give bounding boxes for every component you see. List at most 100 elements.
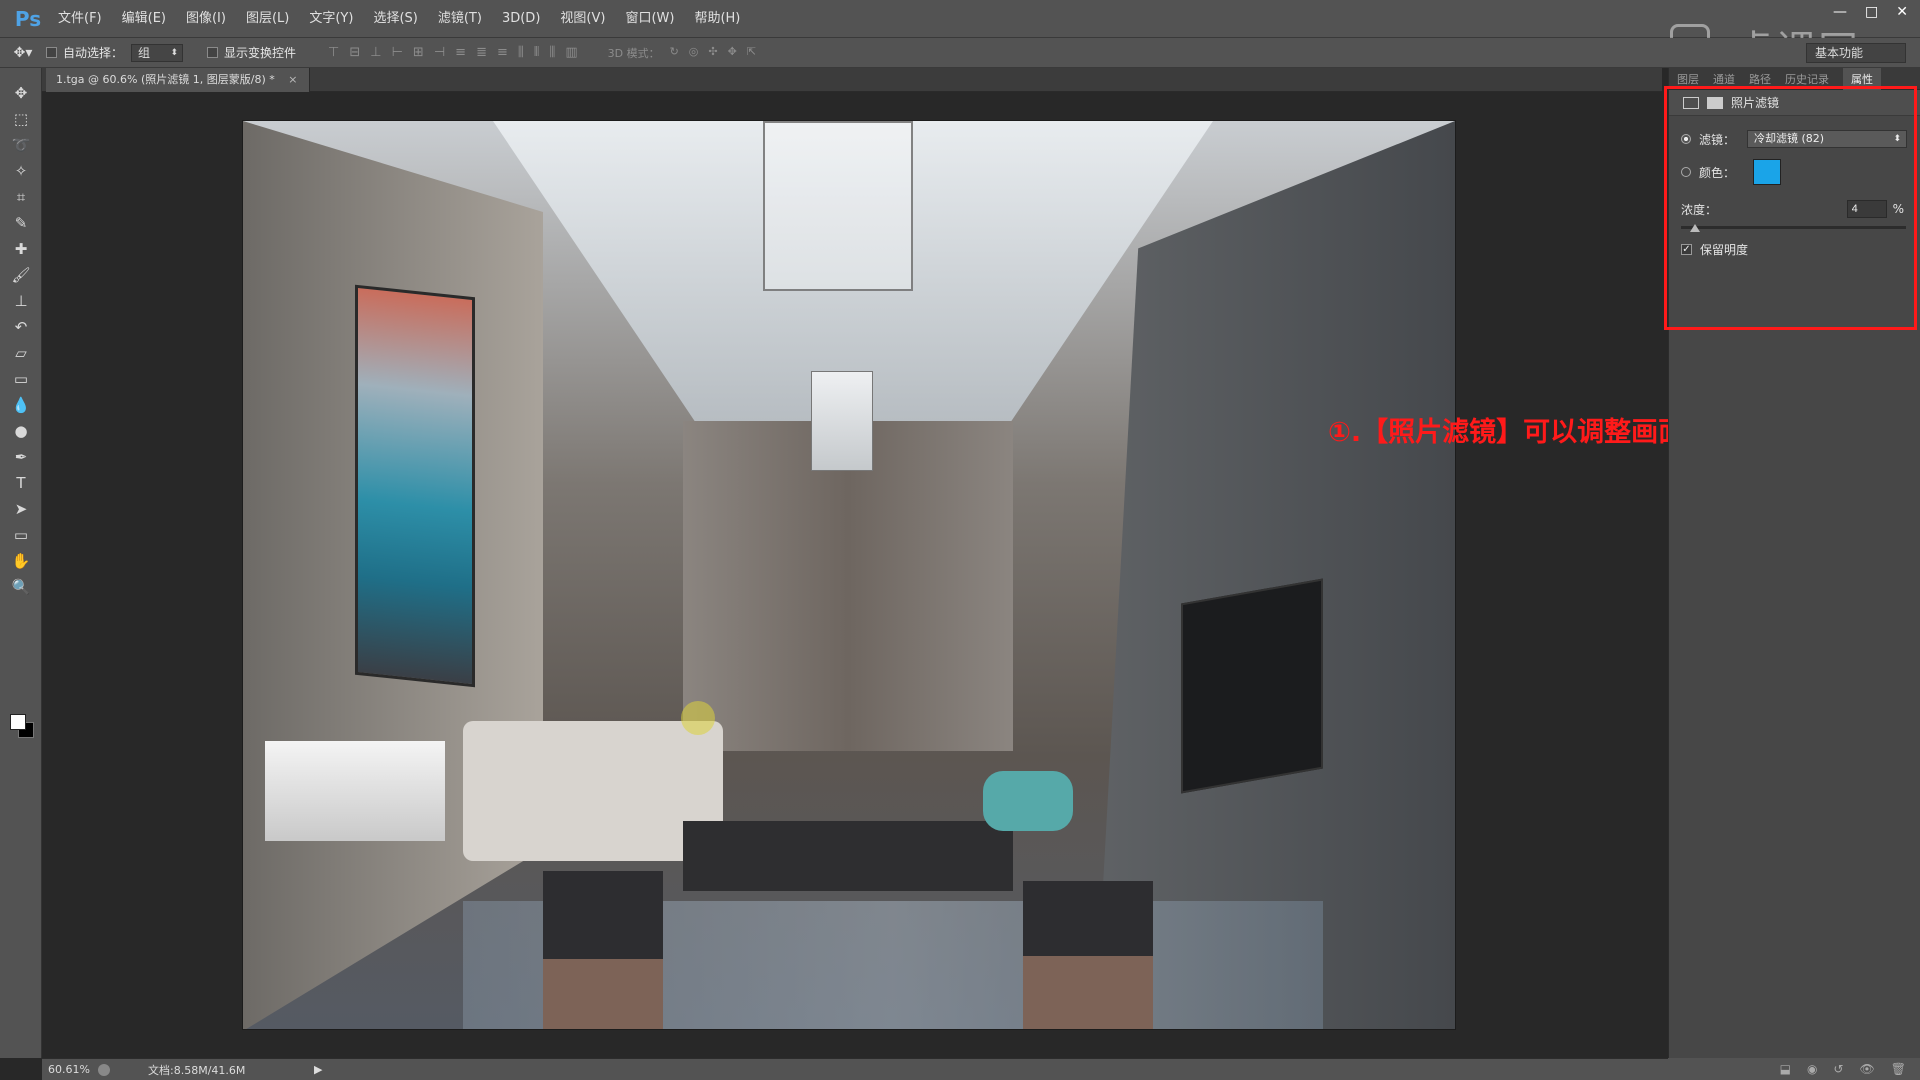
- align-hcenter-icon[interactable]: ⊞: [413, 45, 424, 60]
- tab-layers[interactable]: 图层: [1677, 71, 1699, 87]
- move-tool-icon[interactable]: ✥: [0, 80, 42, 106]
- window-controls: — □ ✕: [1833, 0, 1908, 24]
- tools-panel: ✥ ⬚ ➰ ✧ ⌗ ✎ ✚ 🖌 ⊥ ↶ ▱ ▭ 💧 ● ✒ T ➤ ▭ ✋ 🔍: [0, 68, 42, 1058]
- image-lamp: [265, 741, 445, 841]
- document-tab-title: 1.tga @ 60.6% (照片滤镜 1, 图层蒙版/8) *: [56, 73, 275, 86]
- roll-3d-icon[interactable]: ◎: [689, 45, 699, 61]
- menu-image[interactable]: 图像(I): [176, 0, 236, 38]
- image-chair-left: [543, 871, 663, 1029]
- document-image[interactable]: [242, 120, 1456, 1030]
- cursor-highlight: [681, 701, 715, 735]
- menu-filter[interactable]: 滤镜(T): [428, 0, 492, 38]
- document-tab-bar: 1.tga @ 60.6% (照片滤镜 1, 图层蒙版/8) * ×: [42, 68, 1662, 92]
- auto-select-checkbox[interactable]: 自动选择：: [46, 44, 123, 61]
- rotate-3d-icon[interactable]: ↻: [670, 45, 679, 61]
- tab-paths[interactable]: 路径: [1749, 71, 1771, 87]
- distribute-bottom-icon[interactable]: ≡: [497, 45, 508, 60]
- eyedropper-icon[interactable]: ✎: [0, 210, 42, 236]
- scale-3d-icon[interactable]: ⇱: [747, 45, 756, 61]
- delete-icon[interactable]: 🗑: [1891, 1062, 1906, 1076]
- maximize-button[interactable]: □: [1865, 0, 1878, 24]
- move-tool-preset-icon[interactable]: ✥▾: [0, 45, 46, 61]
- visibility-icon[interactable]: 👁: [1860, 1062, 1875, 1076]
- history-brush-icon[interactable]: ↶: [0, 314, 42, 340]
- document-tab[interactable]: 1.tga @ 60.6% (照片滤镜 1, 图层蒙版/8) * ×: [46, 68, 311, 92]
- clip-layer-icon[interactable]: ⬓: [1780, 1062, 1791, 1076]
- photoshop-logo: Ps: [14, 6, 42, 31]
- image-tv: [1181, 578, 1323, 794]
- close-tab-button[interactable]: ×: [288, 73, 297, 86]
- menu-view[interactable]: 视图(V): [550, 0, 615, 38]
- crop-tool-icon[interactable]: ⌗: [0, 184, 42, 210]
- status-menu-arrow[interactable]: ▶: [314, 1063, 322, 1076]
- align-vcenter-icon[interactable]: ⊟: [349, 45, 360, 60]
- gradient-tool-icon[interactable]: ▭: [0, 366, 42, 392]
- auto-select-label: 自动选择：: [63, 46, 124, 60]
- menu-select[interactable]: 选择(S): [363, 0, 427, 38]
- zoom-tool-icon[interactable]: 🔍: [0, 574, 42, 600]
- image-stools: [983, 771, 1073, 831]
- image-coffee-table: [683, 821, 1013, 891]
- show-transform-label: 显示变换控件: [224, 46, 297, 60]
- menu-file[interactable]: 文件(F): [48, 0, 112, 38]
- status-bar: 60.61% 文档:8.58M/41.6M ▶: [42, 1058, 1668, 1080]
- hand-tool-icon[interactable]: ✋: [0, 548, 42, 574]
- distribute-vcenter-icon[interactable]: ≣: [476, 45, 487, 60]
- slide-3d-icon[interactable]: ✥: [728, 45, 737, 61]
- minimize-button[interactable]: —: [1833, 0, 1847, 24]
- canvas-area[interactable]: [42, 92, 1662, 1058]
- panel-footer: ⬓ ◉ ↺ 👁 🗑: [1668, 1058, 1920, 1080]
- highlight-box: [1664, 86, 1917, 330]
- image-painting: [355, 284, 475, 688]
- show-transform-checkbox[interactable]: 显示变换控件: [207, 44, 296, 61]
- align-left-icon[interactable]: ⊢: [392, 45, 403, 60]
- brush-tool-icon[interactable]: 🖌: [0, 262, 42, 288]
- lasso-tool-icon[interactable]: ➰: [0, 132, 42, 158]
- distribute-top-icon[interactable]: ≡: [455, 45, 466, 60]
- eraser-tool-icon[interactable]: ▱: [0, 340, 42, 366]
- auto-select-dropdown[interactable]: 组: [131, 43, 184, 62]
- foreground-color-swatch[interactable]: [10, 714, 26, 730]
- document-size: 文档:8.58M/41.6M: [148, 1063, 246, 1077]
- status-info-icon[interactable]: [98, 1063, 110, 1076]
- workspace-switcher[interactable]: 基本功能: [1806, 43, 1906, 63]
- image-chair-right: [1023, 881, 1153, 1029]
- view-previous-icon[interactable]: ◉: [1807, 1062, 1817, 1076]
- shape-tool-icon[interactable]: ▭: [0, 522, 42, 548]
- auto-select-check-box[interactable]: [46, 47, 57, 58]
- distribute-left-icon[interactable]: ⫼: [518, 45, 524, 60]
- align-buttons: ⊤ ⊟ ⊥ ⊢ ⊞ ⊣ ≡ ≣ ≡ ⫼ ⫴ ⫼ ▥: [328, 45, 578, 60]
- reset-icon[interactable]: ↺: [1833, 1062, 1843, 1076]
- menu-bar: Ps 文件(F) 编辑(E) 图像(I) 图层(L) 文字(Y) 选择(S) 滤…: [0, 0, 1920, 74]
- type-tool-icon[interactable]: T: [0, 470, 42, 496]
- tab-history[interactable]: 历史记录: [1785, 71, 1829, 87]
- blur-tool-icon[interactable]: 💧: [0, 392, 42, 418]
- menu-window[interactable]: 窗口(W): [615, 0, 684, 38]
- close-window-button[interactable]: ✕: [1896, 0, 1908, 24]
- auto-align-icon[interactable]: ▥: [565, 45, 577, 60]
- mode-3d-group: 3D 模式： ↻ ◎ ✣ ✥ ⇱: [608, 45, 756, 61]
- drag-3d-icon[interactable]: ✣: [708, 45, 717, 61]
- pen-tool-icon[interactable]: ✒: [0, 444, 42, 470]
- marquee-tool-icon[interactable]: ⬚: [0, 106, 42, 132]
- distribute-right-icon[interactable]: ⫼: [549, 45, 555, 60]
- distribute-hcenter-icon[interactable]: ⫴: [534, 45, 539, 60]
- clone-stamp-icon[interactable]: ⊥: [0, 288, 42, 314]
- align-bottom-icon[interactable]: ⊥: [370, 45, 381, 60]
- menu-type[interactable]: 文字(Y): [299, 0, 363, 38]
- show-transform-check-box[interactable]: [207, 47, 219, 58]
- menu-help[interactable]: 帮助(H): [684, 0, 750, 38]
- menu-layer[interactable]: 图层(L): [236, 0, 299, 38]
- tab-channels[interactable]: 通道: [1713, 71, 1735, 87]
- menu-3d[interactable]: 3D(D): [492, 0, 550, 38]
- menu-edit[interactable]: 编辑(E): [112, 0, 176, 38]
- align-right-icon[interactable]: ⊣: [434, 45, 445, 60]
- healing-brush-icon[interactable]: ✚: [0, 236, 42, 262]
- zoom-level[interactable]: 60.61%: [48, 1063, 98, 1076]
- align-top-icon[interactable]: ⊤: [328, 45, 339, 60]
- options-bar: ✥▾ 自动选择： 组 显示变换控件 ⊤ ⊟ ⊥ ⊢ ⊞ ⊣ ≡ ≣ ≡ ⫼ ⫴ …: [0, 38, 1920, 68]
- mode-3d-label: 3D 模式：: [607, 46, 660, 60]
- dodge-tool-icon[interactable]: ●: [0, 418, 42, 444]
- path-select-icon[interactable]: ➤: [0, 496, 42, 522]
- magic-wand-icon[interactable]: ✧: [0, 158, 42, 184]
